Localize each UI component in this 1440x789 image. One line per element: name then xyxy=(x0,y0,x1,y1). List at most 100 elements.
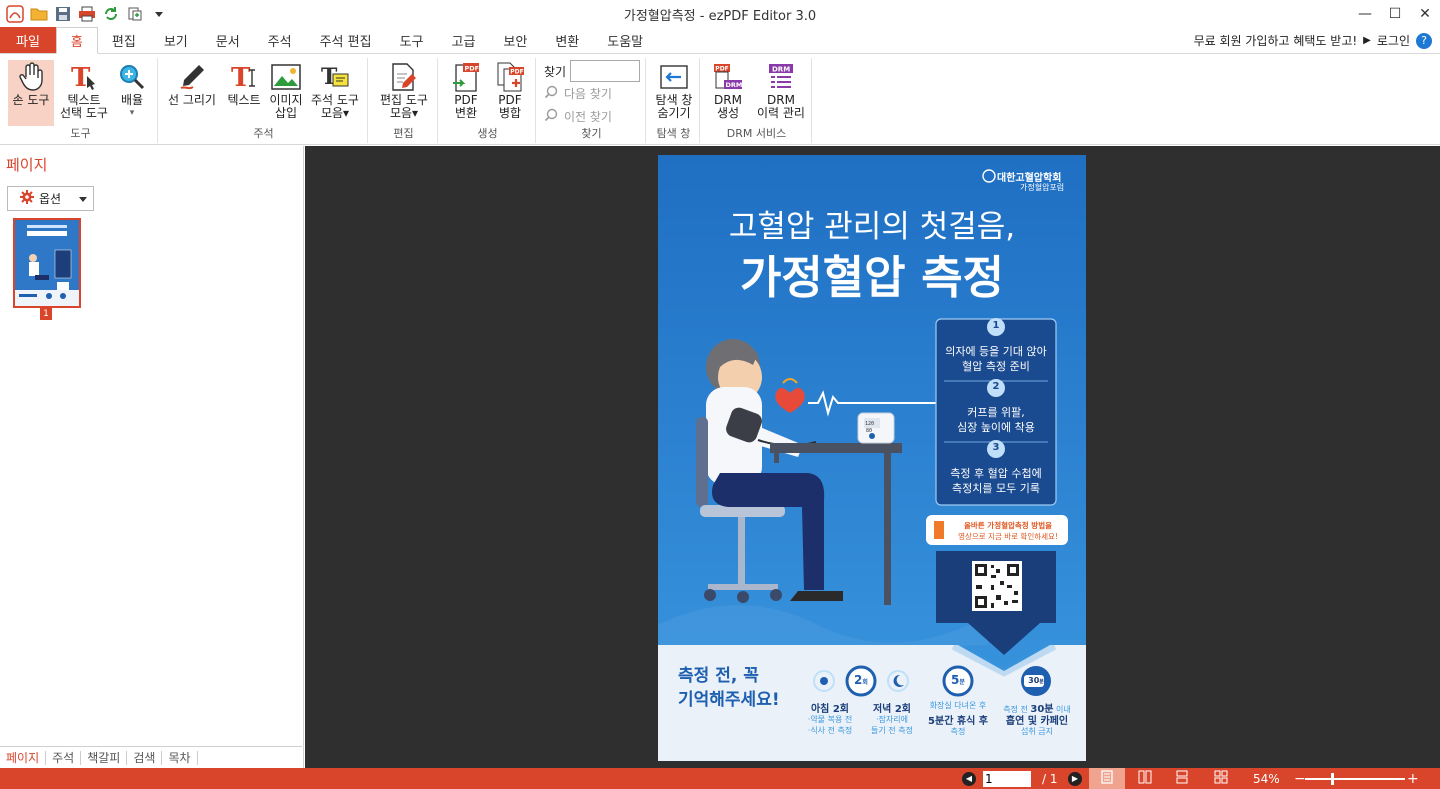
text-select-label-2: 선택 도구 xyxy=(60,106,108,120)
ribbon-group-tools: 손 도구 T 텍스트 선택 도구 배율 ▾ 도구 xyxy=(4,58,158,143)
text-annotation-button[interactable]: T 텍스트 xyxy=(222,60,266,107)
tab-view[interactable]: 보기 xyxy=(150,27,202,53)
monitor-reading-bottom: 80 xyxy=(866,428,872,434)
tab-document[interactable]: 문서 xyxy=(202,27,254,53)
login-link[interactable]: 로그인 xyxy=(1377,32,1410,49)
page-thumbnail[interactable] xyxy=(13,218,81,308)
pdf-convert-button[interactable]: PDF PDF 변환 xyxy=(446,60,486,120)
pane-tab-toc[interactable]: 목차 xyxy=(162,750,198,765)
tab-convert[interactable]: 변환 xyxy=(541,27,593,53)
text-select-tool-button[interactable]: T 텍스트 선택 도구 xyxy=(56,60,112,120)
customize-dropdown-icon[interactable] xyxy=(150,5,168,23)
badge-smoke-number: 30 xyxy=(1028,676,1040,685)
pdf-convert-icon: PDF xyxy=(450,60,482,94)
ribbon-group-nav: 탐색 창 숨기기 탐색 창 xyxy=(648,58,700,143)
ribbon-group-annotation: 선 그리기 T 텍스트 이미지 삽입 T 주석 도구 모음▾ 주석 xyxy=(160,58,368,143)
pane-tab-annotations[interactable]: 주석 xyxy=(46,750,82,765)
grid-view-button[interactable] xyxy=(1214,768,1228,789)
drm-create-button[interactable]: PDF DRM DRM 생성 xyxy=(708,60,748,120)
drm-history-icon: DRM xyxy=(765,60,797,94)
find-prev-button[interactable]: 이전 찾기 xyxy=(544,108,612,125)
zoom-slider-handle[interactable] xyxy=(1331,772,1334,785)
options-dropdown[interactable]: 옵션 xyxy=(7,186,94,211)
signup-promo-link[interactable]: 무료 회원 가입하고 혜택도 받고! xyxy=(1194,32,1358,49)
maximize-button[interactable]: ☐ xyxy=(1380,0,1410,27)
refresh-icon[interactable] xyxy=(102,5,120,23)
hide-pane-icon xyxy=(658,60,690,94)
svg-text:PDF: PDF xyxy=(465,65,480,73)
image-insert-button[interactable]: 이미지 삽입 xyxy=(266,60,306,120)
tab-tools[interactable]: 도구 xyxy=(386,27,438,53)
tip-rest-line-2: 측정 xyxy=(950,727,966,736)
tab-home[interactable]: 홈 xyxy=(55,27,98,54)
remember-title-2: 기억해주세요! xyxy=(678,690,780,710)
zoom-slider[interactable] xyxy=(1305,772,1405,785)
find-input[interactable] xyxy=(570,60,641,82)
single-page-view-button[interactable] xyxy=(1089,768,1125,789)
annotation-tools-button[interactable]: T 주석 도구 모음▾ xyxy=(306,60,364,120)
continuous-view-button[interactable] xyxy=(1138,768,1152,789)
grid-pages-icon xyxy=(1214,770,1228,787)
prev-page-button[interactable]: ◀ xyxy=(962,771,976,786)
zoom-button[interactable]: 배율 ▾ xyxy=(114,60,150,120)
page-setup-icon[interactable] xyxy=(126,5,144,23)
svg-text:T: T xyxy=(231,63,251,92)
print-icon[interactable] xyxy=(78,5,96,23)
pane-tab-bookmarks[interactable]: 책갈피 xyxy=(81,750,128,765)
hide-nav-pane-button[interactable]: 탐색 창 숨기기 xyxy=(650,60,698,120)
help-icon[interactable]: ? xyxy=(1416,32,1432,49)
close-button[interactable]: ✕ xyxy=(1410,0,1440,27)
zoom-level: 54% xyxy=(1253,771,1280,786)
group-label-create: 생성 xyxy=(477,127,498,140)
drm-history-button[interactable]: DRM DRM 이력 관리 xyxy=(754,60,808,120)
hand-tool-button[interactable]: 손 도구 xyxy=(8,60,54,126)
pane-tab-pages[interactable]: 페이지 xyxy=(0,750,47,765)
next-page-icon: ▶ xyxy=(1071,774,1079,783)
svg-text:PDF: PDF xyxy=(510,69,523,76)
pdf-merge-icon: PDF xyxy=(494,60,526,94)
total-pages: / 1 xyxy=(1042,771,1058,786)
pane-tab-search[interactable]: 검색 xyxy=(127,750,163,765)
tab-security[interactable]: 보안 xyxy=(489,27,541,53)
minimize-button[interactable]: — xyxy=(1350,0,1380,27)
edit-tools-button[interactable]: 편집 도구 모음▾ xyxy=(374,60,434,120)
tab-annotation[interactable]: 주석 xyxy=(254,27,306,53)
pdf-merge-button[interactable]: PDF PDF 병합 xyxy=(490,60,530,120)
tab-file[interactable]: 파일 xyxy=(0,27,56,53)
zoom-out-button[interactable]: − xyxy=(1294,768,1306,789)
scroll-view-button[interactable] xyxy=(1176,768,1188,789)
step-2-number: 2 xyxy=(992,381,1000,392)
org-forum: 가정혈압포럼 xyxy=(1020,183,1065,192)
pen-icon xyxy=(176,60,208,94)
group-label-edit: 편집 xyxy=(393,127,414,140)
find-prev-label: 이전 찾기 xyxy=(564,110,612,124)
line-draw-button[interactable]: 선 그리기 xyxy=(164,60,220,107)
prev-page-icon: ◀ xyxy=(965,774,973,783)
tip-morning-title: 아침 2회 xyxy=(810,704,850,715)
tip-morning-line-2: ·식사 전 측정 xyxy=(807,726,853,735)
annotation-tools-icon: T xyxy=(319,60,351,94)
step-3-number: 3 xyxy=(992,442,1000,453)
ribbon: 손 도구 T 텍스트 선택 도구 배율 ▾ 도구 선 그리기 T 텍스트 이미지… xyxy=(0,54,1440,145)
save-icon[interactable] xyxy=(54,5,72,23)
edit-tools-label-2: 모음▾ xyxy=(389,106,419,120)
find-next-button[interactable]: 다음 찾기 xyxy=(544,85,612,102)
document-view[interactable]: 120 80 대한고혈압학회 가정혈압포럼 고혈압 관리의 첫걸음, 가정혈압 … xyxy=(305,146,1440,768)
next-page-button[interactable]: ▶ xyxy=(1068,771,1082,786)
open-folder-icon[interactable] xyxy=(30,5,48,23)
pdf-convert-label-2: 변환 xyxy=(454,106,478,120)
tab-edit[interactable]: 편집 xyxy=(98,27,150,53)
options-label: 옵션 xyxy=(39,192,62,206)
zoom-in-button[interactable]: + xyxy=(1407,768,1419,789)
tab-help[interactable]: 도움말 xyxy=(593,27,657,53)
line-draw-label: 선 그리기 xyxy=(168,93,216,107)
current-page-input[interactable]: 1 xyxy=(983,770,1031,787)
tip-evening-line-2: 들기 전 측정 xyxy=(871,726,913,735)
tab-annotation-edit[interactable]: 주석 편집 xyxy=(306,27,386,53)
tip-smoke-line-2: 섭취 금지 xyxy=(1021,727,1053,736)
tab-advanced[interactable]: 고급 xyxy=(437,27,489,53)
group-label-tools: 도구 xyxy=(70,127,91,140)
status-bar: ◀ 1 / 1 ▶ 54% − + xyxy=(0,768,1440,789)
zoom-label: 배율 xyxy=(120,93,144,107)
video-callout-b: 영상으로 지금 바로 확인하세요! xyxy=(958,532,1058,541)
